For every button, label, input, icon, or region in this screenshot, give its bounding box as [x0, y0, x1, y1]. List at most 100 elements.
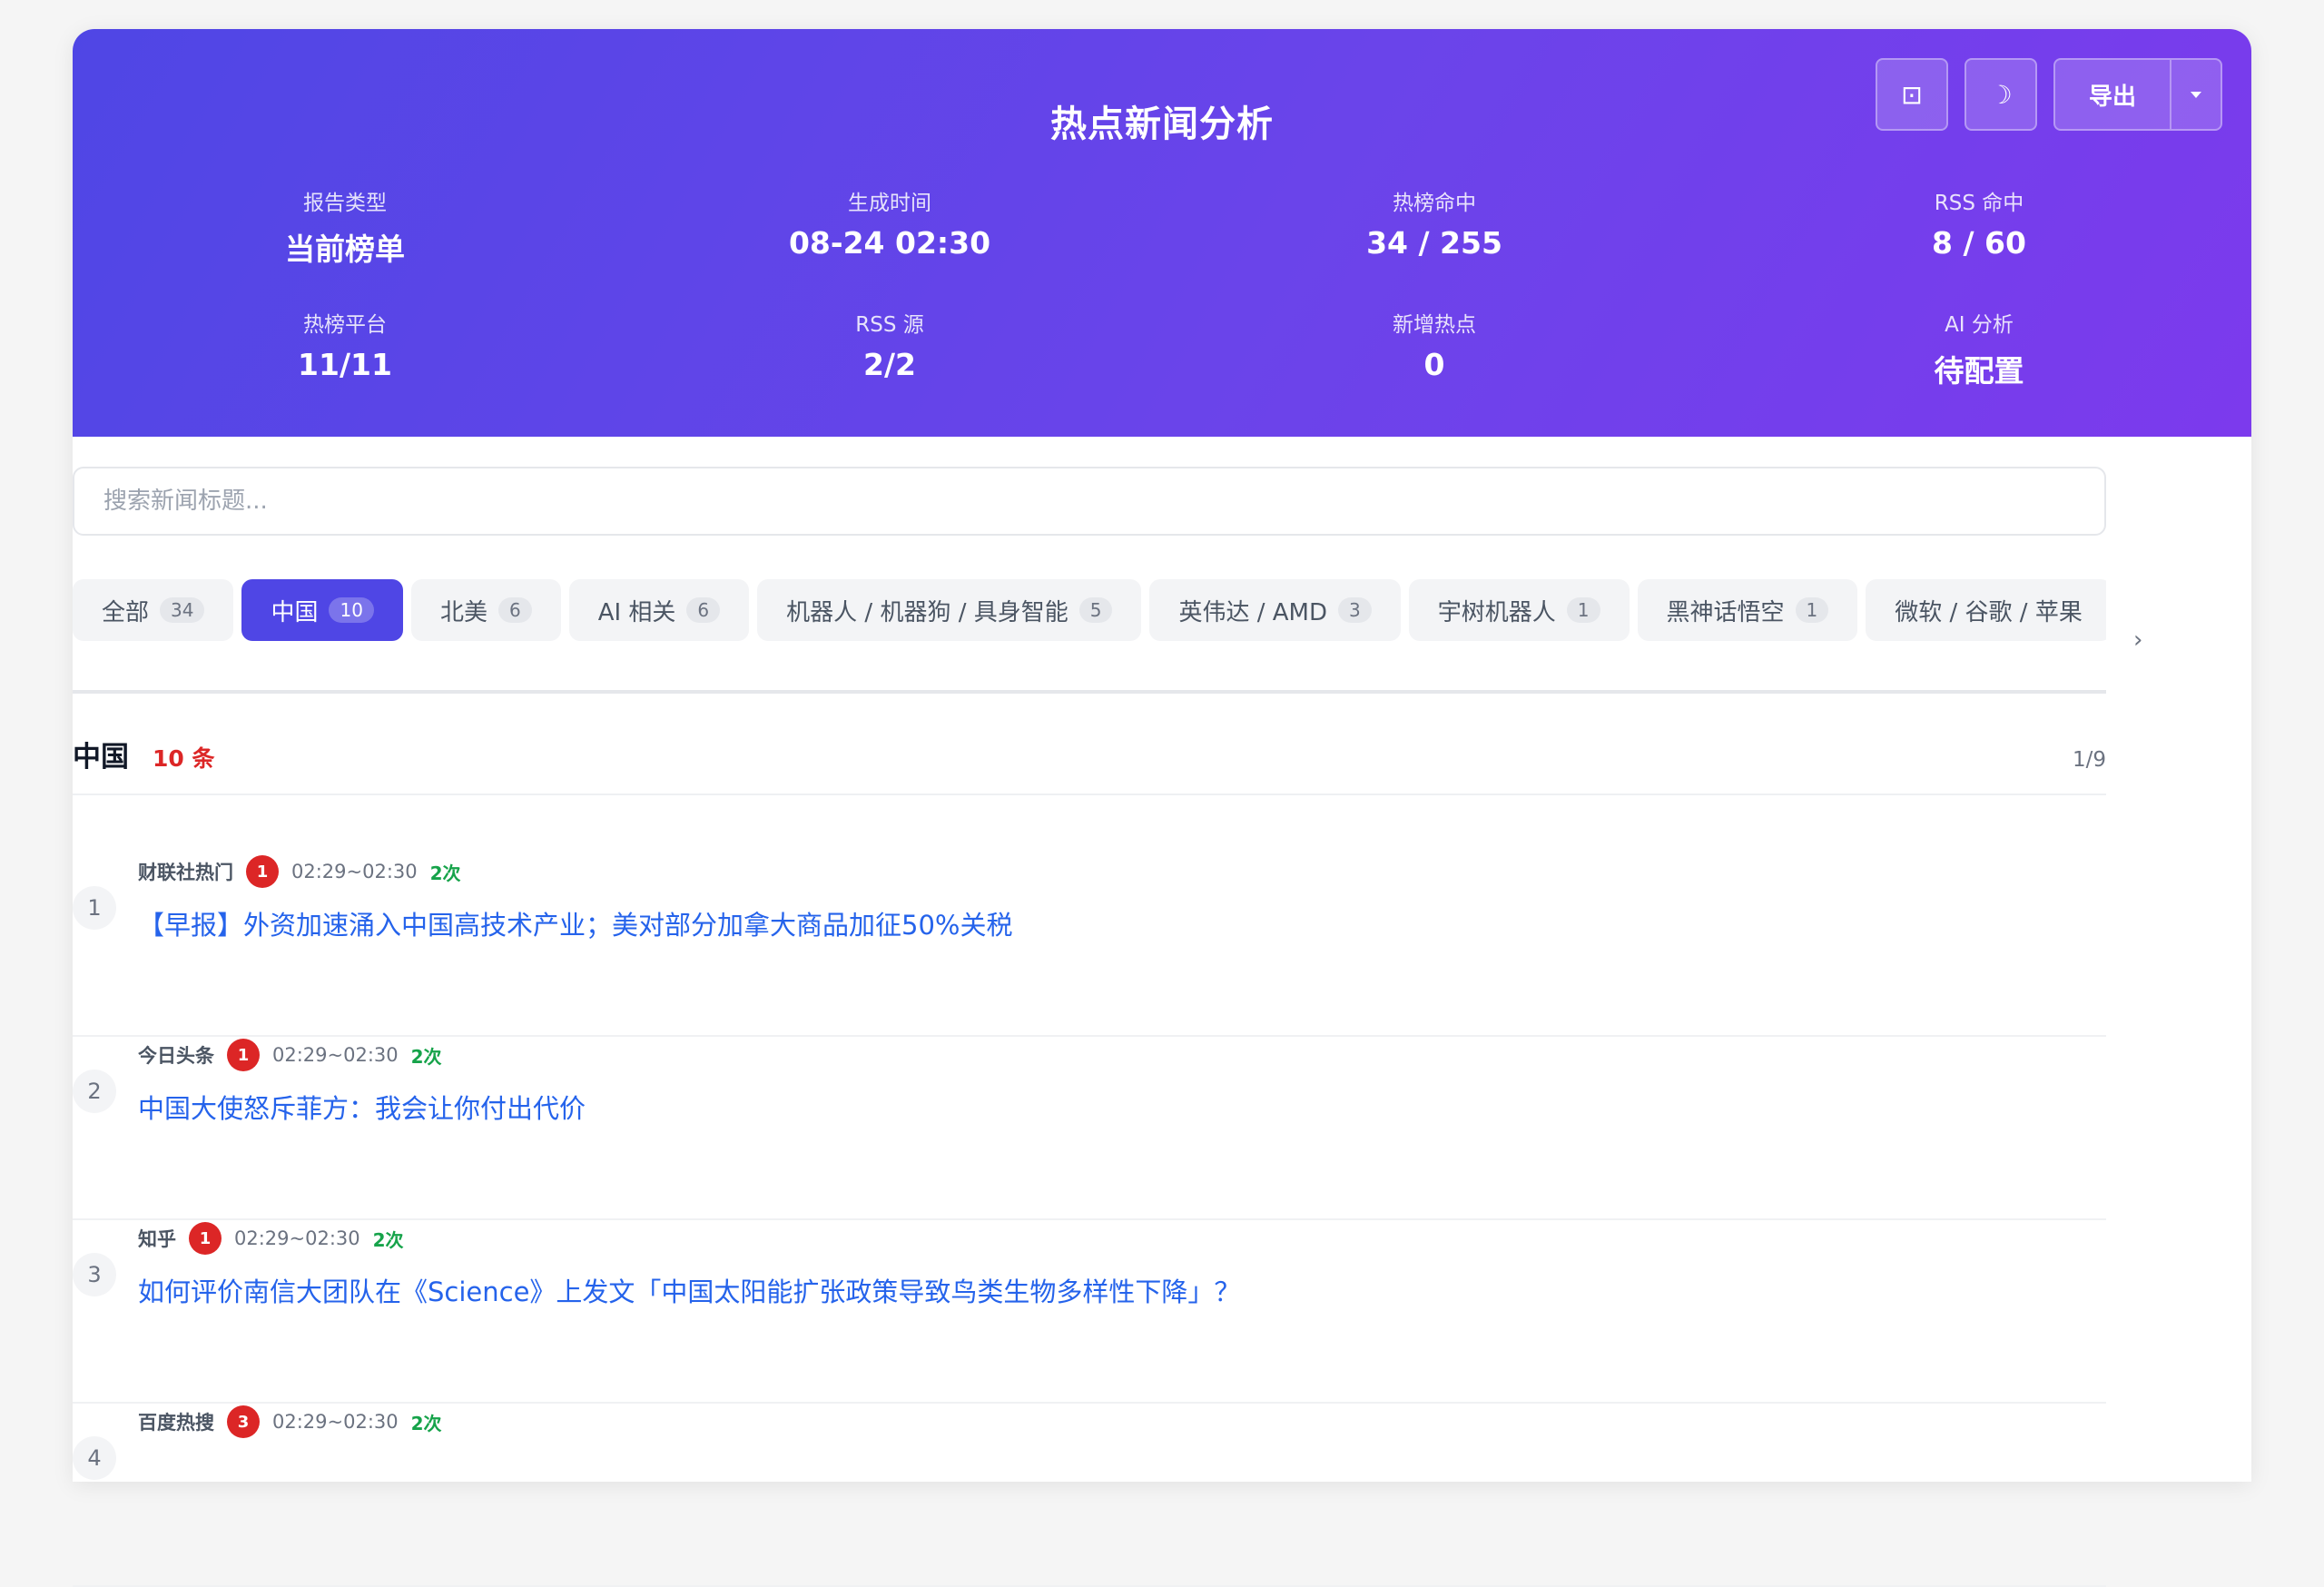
news-item: 3 知乎 1 02:29~02:30 2次 如何评价南信大团队在《Science… — [73, 1220, 2106, 1404]
news-title-link[interactable]: 中国大使怒斥菲方：我会让你付出代价 — [138, 1088, 586, 1126]
stat-value: 待配置 — [1934, 353, 2024, 389]
export-dropdown-toggle[interactable] — [2170, 60, 2221, 129]
tab-label: 黑神话悟空 — [1666, 598, 1785, 626]
news-time: 02:29~02:30 — [291, 861, 418, 882]
section-title: 中国 — [73, 741, 129, 774]
rank-badge: 1 — [246, 855, 279, 888]
tab-unitree[interactable]: 宇树机器人 1 — [1408, 579, 1630, 641]
tab-label: AI 相关 — [597, 598, 676, 626]
screenshot-button[interactable]: ⊡ — [1876, 58, 1948, 131]
news-source: 百度热搜 — [138, 1412, 214, 1434]
stat-platforms: 热榜平台 11/11 — [73, 307, 617, 390]
stat-value: 34 / 255 — [1366, 225, 1502, 261]
news-rank: 1 — [73, 886, 116, 930]
tab-count-badge: 10 — [329, 597, 374, 623]
news-occurrence-count: 2次 — [410, 1045, 442, 1068]
stat-label: 报告类型 — [303, 192, 387, 215]
stat-value: 8 / 60 — [1932, 225, 2026, 261]
tab-label: 北美 — [439, 598, 487, 626]
category-tabs: 全部 34 中国 10 北美 6 AI 相关 6 机器人 / 机器狗 / 具身智… — [73, 579, 2106, 641]
rank-badge: 1 — [189, 1222, 222, 1255]
tab-black-myth[interactable]: 黑神话悟空 1 — [1637, 579, 1858, 641]
news-occurrence-count: 2次 — [410, 1412, 442, 1434]
tab-count-badge: 6 — [497, 597, 532, 623]
rank-badge: 3 — [227, 1405, 260, 1438]
news-item: 2 今日头条 1 02:29~02:30 2次 中国大使怒斥菲方：我会让你付出代… — [73, 1037, 2106, 1220]
report-header: 热点新闻分析 ⊡ ☽ 导出 报告类型 当前榜单 生成时间 08-24 02:30… — [73, 29, 2251, 437]
tab-label: 宇树机器人 — [1437, 598, 1556, 626]
stat-value: 11/11 — [298, 347, 392, 382]
news-title-link[interactable]: 如何评价南信大团队在《Science》上发文「中国太阳能扩张政策导致鸟类生物多样… — [138, 1271, 1240, 1309]
stat-report-type: 报告类型 当前榜单 — [73, 185, 617, 269]
report-stats: 报告类型 当前榜单 生成时间 08-24 02:30 热榜命中 34 / 255… — [73, 185, 2251, 390]
news-occurrence-count: 2次 — [429, 862, 461, 884]
tab-robotics[interactable]: 机器人 / 机器狗 / 具身智能 5 — [757, 579, 1142, 641]
stat-value: 当前榜单 — [285, 232, 405, 267]
tab-count-badge: 1 — [1795, 597, 1829, 623]
tab-china[interactable]: 中国 10 — [241, 579, 403, 641]
tab-count-badge: 34 — [160, 597, 205, 623]
stat-label: RSS 命中 — [1934, 192, 2024, 215]
stat-value: 2/2 — [863, 347, 916, 382]
export-button-group: 导出 — [2053, 58, 2222, 131]
stat-generated-time: 生成时间 08-24 02:30 — [617, 185, 1162, 269]
stat-new-hot: 新增热点 0 — [1162, 307, 1707, 390]
stat-hot-hits: 热榜命中 34 / 255 — [1162, 185, 1707, 269]
stat-label: AI 分析 — [1945, 313, 2014, 337]
section-page-indicator: 1/9 — [2072, 748, 2106, 772]
tab-label: 微软 / 谷歌 / 苹果 — [1895, 598, 2083, 626]
rank-badge: 1 — [227, 1039, 260, 1071]
stat-rss-hits: RSS 命中 8 / 60 — [1707, 185, 2251, 269]
news-source: 今日头条 — [138, 1045, 214, 1067]
header-actions: ⊡ ☽ 导出 — [1876, 58, 2222, 131]
tab-label: 机器人 / 机器狗 / 具身智能 — [786, 598, 1068, 626]
tab-north-america[interactable]: 北美 6 — [410, 579, 561, 641]
news-source: 知乎 — [138, 1228, 176, 1250]
section-count: 10 条 — [153, 745, 215, 772]
news-rank: 2 — [73, 1070, 116, 1113]
news-meta: 今日头条 1 02:29~02:30 2次 — [138, 1037, 442, 1073]
tab-count-badge: 1 — [1566, 597, 1600, 623]
caret-down-icon — [2191, 91, 2201, 98]
tabs-divider — [73, 690, 2106, 694]
tab-nvidia-amd[interactable]: 英伟达 / AMD 3 — [1149, 579, 1401, 641]
tab-ai[interactable]: AI 相关 6 — [568, 579, 750, 641]
tab-all[interactable]: 全部 34 — [73, 579, 234, 641]
news-title-link[interactable]: 【早报】外资加速涌入中国高技术产业；美对部分加拿大商品加征50%关税 — [138, 904, 1012, 942]
moon-icon: ☽ — [1989, 79, 2013, 110]
stat-label: RSS 源 — [855, 313, 924, 337]
news-time: 02:29~02:30 — [234, 1227, 360, 1249]
news-occurrence-count: 2次 — [372, 1228, 404, 1251]
stat-value: 0 — [1423, 347, 1445, 382]
stat-rss-sources: RSS 源 2/2 — [617, 307, 1162, 390]
news-item: 4 百度热搜 3 02:29~02:30 2次 — [73, 1404, 2106, 1587]
section-divider — [73, 794, 2106, 795]
tab-label: 全部 — [102, 598, 150, 626]
news-time: 02:29~02:30 — [272, 1044, 399, 1066]
tab-label: 中国 — [271, 598, 319, 626]
news-meta: 财联社热门 1 02:29~02:30 2次 — [138, 853, 461, 890]
news-meta: 百度热搜 3 02:29~02:30 2次 — [138, 1404, 442, 1440]
stat-label: 新增热点 — [1393, 313, 1476, 337]
tab-big-tech[interactable]: 微软 / 谷歌 / 苹果 — [1866, 579, 2106, 641]
tab-count-badge: 5 — [1078, 597, 1113, 623]
tab-label: 英伟达 / AMD — [1178, 598, 1328, 626]
news-rank: 4 — [73, 1436, 116, 1480]
stat-ai-analysis: AI 分析 待配置 — [1707, 307, 2251, 390]
screenshot-icon: ⊡ — [1901, 79, 1923, 110]
stat-value: 08-24 02:30 — [788, 225, 991, 261]
search-bar — [73, 467, 2106, 536]
theme-toggle-button[interactable]: ☽ — [1965, 58, 2037, 131]
export-button[interactable]: 导出 — [2055, 60, 2170, 129]
tab-count-badge: 6 — [686, 597, 721, 623]
stat-label: 生成时间 — [848, 192, 931, 215]
search-input[interactable] — [73, 467, 2106, 536]
tabs-scroll-right-icon[interactable]: › — [2133, 626, 2142, 654]
news-item: 1 财联社热门 1 02:29~02:30 2次 【早报】外资加速涌入中国高技术… — [73, 853, 2106, 1037]
news-rank: 3 — [73, 1253, 116, 1296]
news-source: 财联社热门 — [138, 862, 233, 883]
news-time: 02:29~02:30 — [272, 1411, 399, 1433]
stat-label: 热榜命中 — [1393, 192, 1476, 215]
section-header: 中国 10 条 1/9 — [73, 734, 2106, 774]
news-meta: 知乎 1 02:29~02:30 2次 — [138, 1220, 404, 1257]
